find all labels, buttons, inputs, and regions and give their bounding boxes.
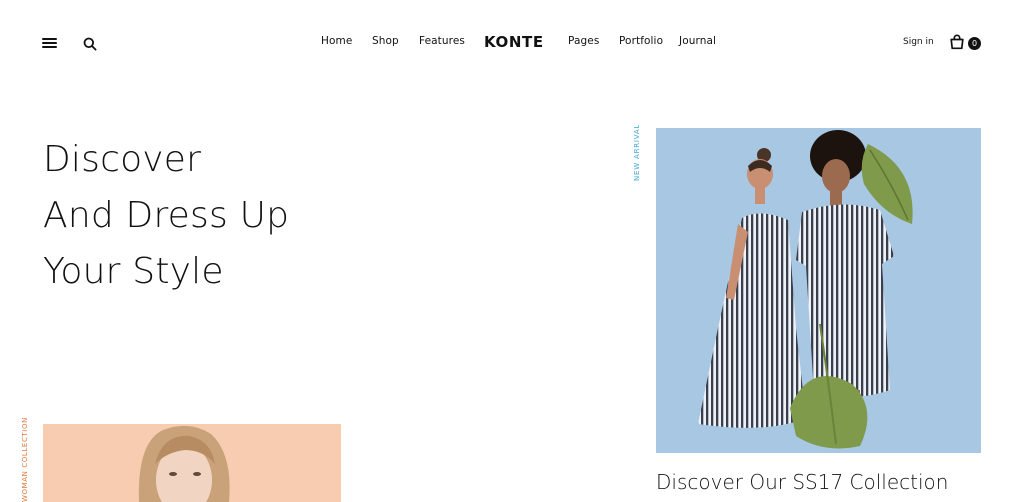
nav-journal[interactable]: Journal <box>679 35 716 47</box>
woman-collection-image[interactable] <box>43 424 341 502</box>
nav-home[interactable]: Home <box>321 35 352 47</box>
cart-count-badge: 0 <box>968 37 981 50</box>
site-header: Home Shop Features KONTE Pages Portfolio… <box>0 0 1024 86</box>
new-arrival-label: NEW ARRIVAL <box>633 123 641 181</box>
hero-title-line: Discover <box>43 139 202 180</box>
woman-collection-label: WOMAN COLLECTION <box>21 417 29 502</box>
search-icon[interactable] <box>83 36 97 51</box>
sign-in-link[interactable]: Sign in <box>903 37 934 47</box>
nav-pages[interactable]: Pages <box>568 35 599 47</box>
nav-portfolio[interactable]: Portfolio <box>619 35 663 47</box>
shopping-bag-icon <box>950 34 964 50</box>
new-arrival-image[interactable] <box>656 128 981 453</box>
menu-icon[interactable] <box>42 38 57 48</box>
hero-title-line: And Dress Up <box>43 195 290 236</box>
collection-title-link[interactable]: Discover Our SS17 Collection <box>656 470 948 494</box>
nav-features[interactable]: Features <box>419 35 465 47</box>
cart-button[interactable]: 0 <box>949 34 983 52</box>
hero-title-line: Your Style <box>43 251 224 292</box>
site-logo[interactable]: KONTE <box>484 33 544 51</box>
hero-title: Discover And Dress Up Your Style <box>43 132 289 300</box>
nav-shop[interactable]: Shop <box>372 35 399 47</box>
